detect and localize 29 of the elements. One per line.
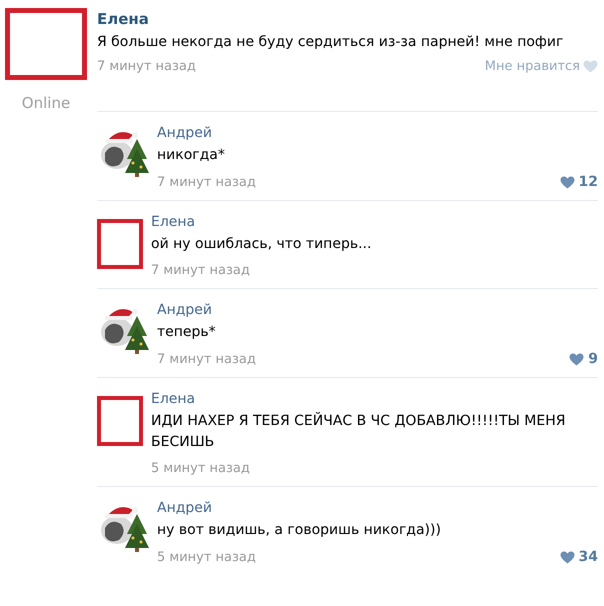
comment-text: ну вот видишь, а говоришь никогда))) xyxy=(157,521,442,540)
heart-icon[interactable] xyxy=(569,352,584,366)
avatar-placeholder[interactable] xyxy=(97,219,143,269)
comment-text: никогда* xyxy=(157,146,226,165)
comment-text: ой ну ошиблась, что типерь... xyxy=(151,235,372,254)
author-name[interactable]: Елена xyxy=(151,214,598,230)
timestamp[interactable]: 7 минут назад xyxy=(157,174,256,190)
author-name[interactable]: Андрей xyxy=(157,302,598,318)
avatar-placeholder[interactable] xyxy=(5,8,87,80)
comment-text: теперь* xyxy=(157,323,217,342)
timestamp[interactable]: 7 минут назад xyxy=(97,59,196,74)
avatar-placeholder[interactable] xyxy=(97,396,143,446)
author-name[interactable]: Андрей xyxy=(157,125,598,141)
online-status: Online xyxy=(22,94,70,112)
timestamp[interactable]: 7 минут назад xyxy=(151,263,250,278)
like-count: 12 xyxy=(578,174,598,190)
author-name[interactable]: Андрей xyxy=(157,500,598,516)
heart-icon[interactable] xyxy=(560,176,575,188)
timestamp[interactable]: 5 минут назад xyxy=(151,461,250,476)
like-count: 9 xyxy=(588,351,598,367)
comment-text: ИДИ НАХЕР Я ТЕБЯ СЕЙЧАС В ЧС ДОБАВЛЮ!!!!!ТЫ МЕНЯ БЕСИШЬ xyxy=(151,411,566,452)
timestamp[interactable]: 7 минут назад xyxy=(157,352,256,366)
author-name[interactable]: Елена xyxy=(151,391,598,407)
like-count: 34 xyxy=(578,549,598,565)
timestamp[interactable]: 5 минут назад xyxy=(157,550,256,564)
heart-icon[interactable] xyxy=(560,550,575,564)
author-name[interactable]: Елена xyxy=(97,10,598,28)
like-button[interactable]: Мне нравится xyxy=(484,59,598,74)
comment-text: Я больше некогда не буду сердиться из-за парней! мне пофиг xyxy=(97,33,564,52)
